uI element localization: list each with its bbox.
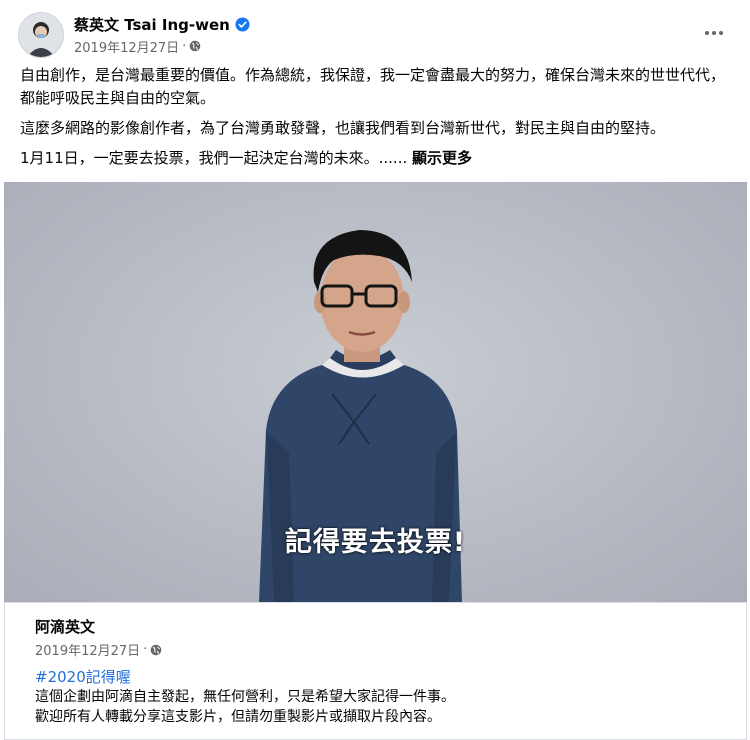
see-more-link[interactable]: 顯示更多 [412,149,472,167]
post-meta: 蔡英文 Tsai Ing-wen 2019年12月27日 · [74,15,250,56]
more-dot [719,31,723,35]
shared-date[interactable]: 2019年12月27日 [35,640,140,659]
shared-video-card[interactable]: 阿滴英文 2019年12月27日 · #2020記得喔 這個企劃由阿滴自主發起，… [4,602,747,740]
more-options-icon[interactable] [696,20,732,46]
hashtag-link[interactable]: #2020記得喔 [35,667,725,687]
more-dot [705,31,709,35]
post-paragraph-1: 自由創作，是台灣最重要的價值。作為總統，我保證，我一定會盡最大的努力，確保台灣未… [20,66,726,107]
shared-card-content: 阿滴英文 2019年12月27日 · #2020記得喔 這個企劃由阿滴自主發起，… [35,617,725,727]
post-subline: 2019年12月27日 · [74,37,250,56]
post-paragraph-3: 1月11日，一定要去投票，我們一起決定台灣的未來。...... 顯示更多 [20,147,732,170]
more-dot [712,31,716,35]
author-avatar[interactable] [18,12,64,58]
post-header: 蔡英文 Tsai Ing-wen 2019年12月27日 · [18,12,250,58]
shared-subline: 2019年12月27日 · [35,640,725,659]
verified-badge-icon [235,17,250,32]
facebook-post: 蔡英文 Tsai Ing-wen 2019年12月27日 · 自由創作，是台灣最… [0,0,750,740]
author-row: 蔡英文 Tsai Ing-wen [74,15,250,35]
post-paragraph-3-text: 1月11日，一定要去投票，我們一起決定台灣的未來。...... [20,149,408,167]
globe-icon [189,40,201,52]
video-subtitle: 記得要去投票! [284,527,467,558]
author-name[interactable]: 蔡英文 Tsai Ing-wen [74,15,230,35]
shared-description-line-1: 這個企劃由阿滴自主發起，無任何營利，只是希望大家記得一件事。 [35,689,455,705]
post-paragraph-2: 這麼多網路的影像創作者，為了台灣勇敢發聲，也讓我們看到台灣新世代，對民主與自由的… [20,119,666,137]
shared-page-name[interactable]: 阿滴英文 [35,617,725,637]
post-text: 自由創作，是台灣最重要的價值。作為總統，我保證，我一定會盡最大的努力，確保台灣未… [20,64,732,177]
separator-dot: · [182,38,187,54]
post-date[interactable]: 2019年12月27日 [74,37,179,56]
globe-icon [150,644,162,656]
shared-description-line-2: 歡迎所有人轉載分享這支影片，但請勿重製影片或擷取片段內容。 [35,709,441,725]
video-player[interactable]: 記得要去投票! [4,182,747,602]
separator-dot: · [143,642,148,657]
